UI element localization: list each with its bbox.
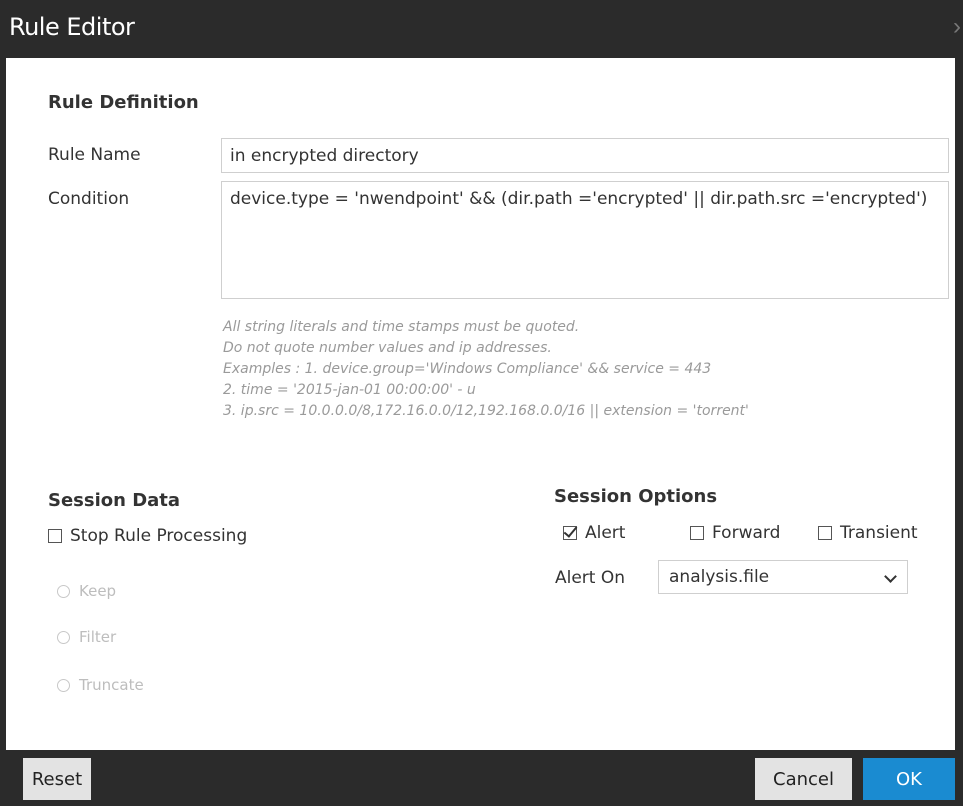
- radio-filter[interactable]: Filter: [57, 628, 116, 646]
- rule-definition-heading: Rule Definition: [48, 92, 199, 113]
- session-data-heading: Session Data: [48, 490, 181, 511]
- radio-filter-label: Filter: [79, 628, 117, 646]
- checkbox-box[interactable]: [48, 529, 62, 543]
- radio-keep-label: Keep: [79, 582, 117, 600]
- dialog-footer: Reset Cancel OK: [0, 750, 963, 806]
- radio-truncate[interactable]: Truncate: [57, 676, 144, 694]
- checkbox-box[interactable]: [690, 526, 704, 540]
- radio-keep[interactable]: Keep: [57, 582, 116, 600]
- hint-line: 2. time = '2015-jan-01 00:00:00' - u: [223, 382, 476, 398]
- forward-label: Forward: [712, 523, 781, 543]
- radio-circle[interactable]: [57, 630, 70, 644]
- chevron-down-icon: [884, 570, 897, 583]
- session-options-heading: Session Options: [554, 486, 718, 507]
- radio-circle[interactable]: [57, 584, 70, 598]
- rule-editor-dialog: Rule Editor › Rule Definition Rule Name …: [0, 0, 963, 806]
- alert-on-value: analysis.file: [669, 567, 770, 587]
- dialog-title: Rule Editor: [9, 13, 135, 41]
- condition-hint: All string literals and time stamps must…: [223, 317, 749, 422]
- radio-truncate-label: Truncate: [79, 676, 144, 694]
- rule-name-label: Rule Name: [48, 145, 141, 165]
- alert-on-select[interactable]: analysis.file: [658, 560, 908, 594]
- checkbox-box[interactable]: [818, 526, 832, 540]
- alert-on-label: Alert On: [555, 568, 626, 588]
- hint-line: All string literals and time stamps must…: [223, 319, 580, 335]
- transient-checkbox[interactable]: Transient: [818, 523, 918, 543]
- condition-textarea[interactable]: device.type = 'nwendpoint' && (dir.path …: [221, 181, 949, 299]
- alert-checkbox[interactable]: Alert: [563, 523, 625, 543]
- reset-button[interactable]: Reset: [23, 758, 91, 800]
- forward-checkbox[interactable]: Forward: [690, 523, 780, 543]
- close-icon[interactable]: ›: [953, 14, 963, 40]
- stop-rule-processing-label: Stop Rule Processing: [70, 526, 248, 546]
- radio-circle[interactable]: [57, 678, 70, 692]
- title-bar: Rule Editor ›: [0, 0, 963, 58]
- ok-button[interactable]: OK: [863, 758, 955, 800]
- checkbox-box[interactable]: [563, 526, 577, 540]
- cancel-button[interactable]: Cancel: [755, 758, 852, 800]
- rule-name-input[interactable]: [221, 138, 949, 173]
- condition-label: Condition: [48, 189, 130, 209]
- hint-line: Examples : 1. device.group='Windows Comp…: [223, 361, 712, 377]
- hint-line: Do not quote number values and ip addres…: [223, 340, 552, 356]
- alert-label: Alert: [585, 523, 626, 543]
- stop-rule-processing-checkbox[interactable]: Stop Rule Processing: [48, 526, 247, 546]
- transient-label: Transient: [840, 523, 918, 543]
- hint-line: 3. ip.src = 10.0.0.0/8,172.16.0.0/12,192…: [223, 403, 749, 419]
